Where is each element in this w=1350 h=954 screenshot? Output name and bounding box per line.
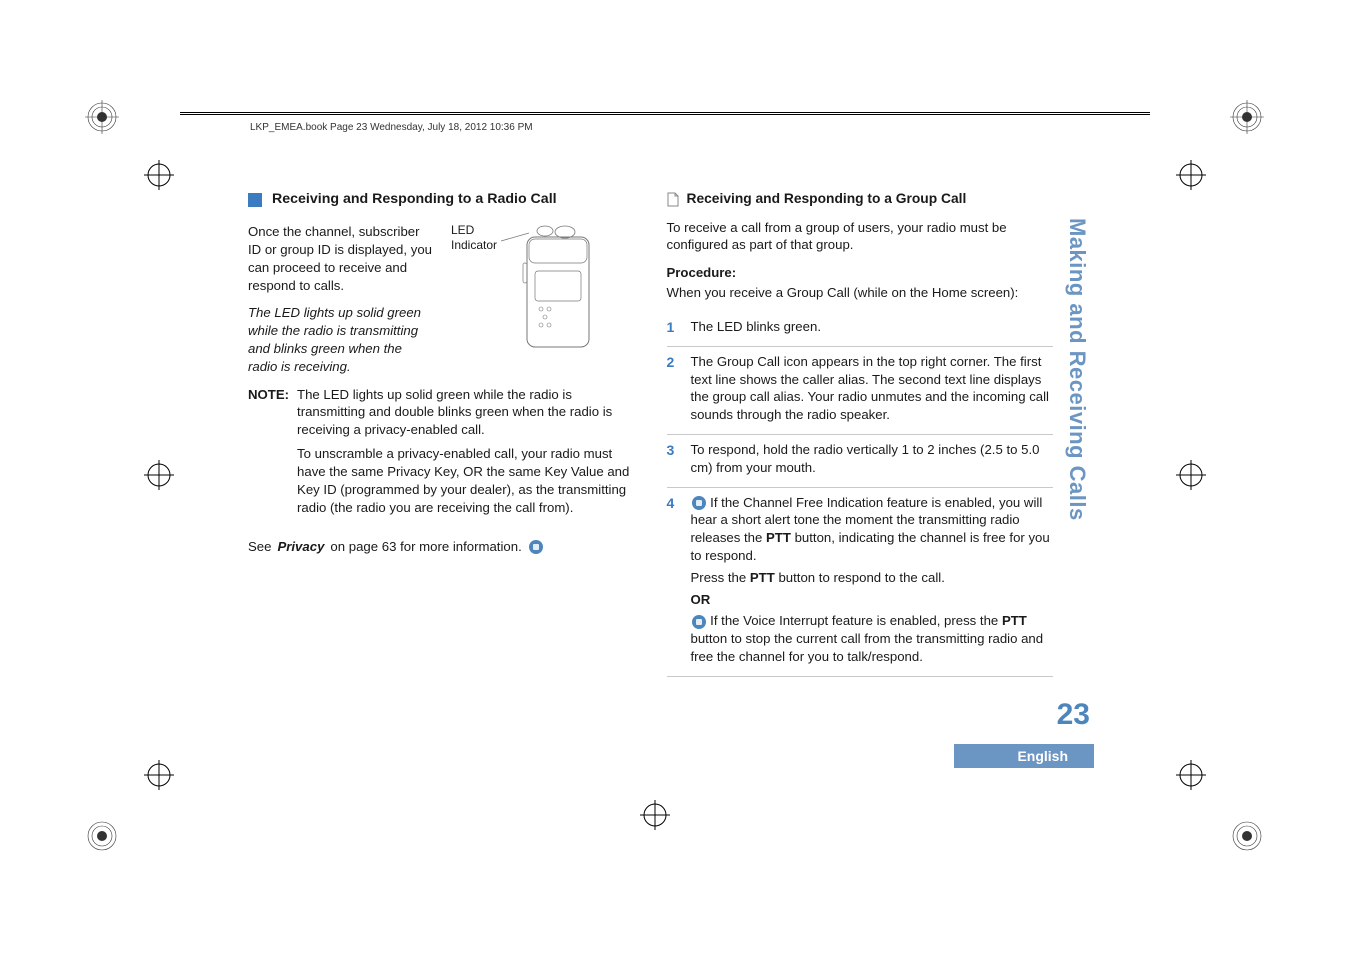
step-item: 1 The LED blinks green. — [667, 312, 1054, 347]
language-bar: English — [954, 744, 1094, 768]
crop-mark-icon — [85, 819, 120, 854]
led-note: The LED lights up solid green while the … — [248, 304, 433, 375]
info-badge-icon — [691, 614, 707, 630]
cross-mark-icon — [1176, 760, 1206, 790]
crop-mark-icon — [1230, 100, 1265, 135]
cross-mark-icon — [144, 760, 174, 790]
cross-mark-icon — [1176, 460, 1206, 490]
info-badge-icon — [528, 539, 544, 555]
step-number: 1 — [667, 318, 679, 340]
section-title: Receiving and Responding to a Radio Call — [272, 190, 557, 209]
header-text: LKP_EMEA.book Page 23 Wednesday, July 18… — [250, 122, 533, 133]
step-number: 2 — [667, 353, 679, 428]
crop-mark-icon — [85, 100, 120, 135]
intro-paragraph: Once the channel, subscriber ID or group… — [248, 223, 433, 294]
language-label: English — [1017, 748, 1068, 764]
section-bullet-icon — [248, 193, 262, 207]
left-column: Receiving and Responding to a Radio Call… — [248, 190, 635, 677]
document-icon — [667, 192, 679, 207]
right-column: Receiving and Responding to a Group Call… — [667, 190, 1054, 677]
step-number: 4 — [667, 494, 679, 670]
step-item: 2 The Group Call icon appears in the top… — [667, 347, 1054, 435]
step-item: 4 If the Channel Free Indication feature… — [667, 488, 1054, 677]
procedure-label: Procedure: — [667, 264, 1054, 282]
header-rule — [180, 112, 1150, 115]
cross-mark-icon — [1176, 160, 1206, 190]
note-text: To unscramble a privacy-enabled call, yo… — [297, 445, 634, 516]
cross-mark-icon — [144, 160, 174, 190]
note-label: NOTE: — [248, 386, 289, 523]
cross-mark-icon — [144, 460, 174, 490]
cross-ref-link[interactable]: Privacy — [277, 538, 324, 556]
section-tab: Making and Receiving Calls — [1064, 218, 1090, 521]
crop-mark-icon — [1230, 819, 1265, 854]
note-text: The LED lights up solid green while the … — [297, 386, 634, 439]
intro-paragraph: To receive a call from a group of users,… — [667, 219, 1054, 255]
subsection-title: Receiving and Responding to a Group Call — [687, 190, 967, 209]
figure-label: LED Indicator — [451, 223, 497, 376]
step-number: 3 — [667, 441, 679, 481]
step-item: 3 To respond, hold the radio vertically … — [667, 435, 1054, 488]
radio-illustration — [501, 223, 611, 353]
cross-mark-icon — [640, 800, 670, 830]
see-reference: See Privacy on page 63 for more informat… — [248, 538, 635, 556]
info-badge-icon — [691, 495, 707, 511]
page-number: 23 — [1057, 698, 1090, 732]
procedure-intro: When you receive a Group Call (while on … — [667, 284, 1054, 302]
